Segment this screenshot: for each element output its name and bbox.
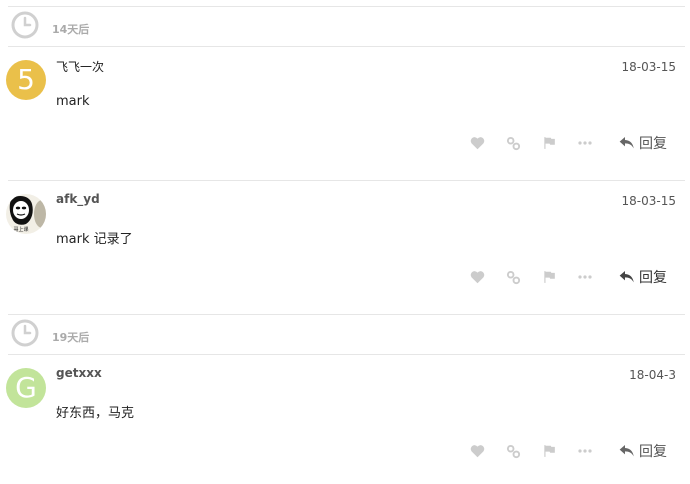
avatar-caption: 哥上课 (13, 226, 28, 233)
post-date[interactable]: 18-03-15 (622, 194, 676, 208)
clock-icon (11, 11, 39, 39)
reply-button[interactable]: 回复 (619, 132, 667, 154)
clock-icon (11, 319, 39, 347)
post-body: 好东西，马克 (56, 406, 135, 421)
share-link-button[interactable] (504, 134, 522, 152)
flag-icon (544, 445, 555, 457)
link-icon (506, 136, 520, 150)
time-gap: 19天后 (8, 314, 685, 354)
more-button[interactable] (576, 442, 594, 460)
more-icon (578, 275, 592, 279)
reply-icon (619, 445, 634, 457)
reply-label: 回复 (639, 444, 667, 460)
post: 哥上课 afk_yd 18-03-15 mark 记录了 回复 (0, 180, 690, 314)
post-body: mark (56, 94, 90, 109)
more-button[interactable] (576, 134, 594, 152)
time-gap: 14天后 (8, 6, 685, 46)
divider (8, 46, 685, 47)
like-button[interactable] (468, 134, 486, 152)
more-button[interactable] (576, 268, 594, 286)
time-gap-label: 14天后 (52, 23, 90, 36)
reply-button[interactable]: 回复 (619, 266, 667, 288)
like-button[interactable] (468, 268, 486, 286)
post-actions: 回复 (0, 132, 690, 156)
avatar[interactable]: G (6, 368, 46, 408)
divider (8, 180, 685, 181)
post-actions: 回复 (0, 266, 690, 290)
flag-button[interactable] (540, 442, 558, 460)
reply-button[interactable]: 回复 (619, 440, 667, 462)
username[interactable]: 飞飞一次 (56, 58, 104, 75)
post-date[interactable]: 18-03-15 (622, 60, 676, 74)
heart-icon (470, 137, 484, 150)
avatar[interactable]: 哥上课 (6, 194, 46, 234)
username[interactable]: getxxx (56, 366, 102, 380)
post-date[interactable]: 18-04-3 (629, 368, 676, 382)
more-icon (578, 141, 592, 145)
like-button[interactable] (468, 442, 486, 460)
reply-label: 回复 (639, 136, 667, 152)
flag-button[interactable] (540, 268, 558, 286)
avatar[interactable]: 5 (6, 60, 46, 100)
flag-icon (544, 137, 555, 149)
link-icon (506, 270, 520, 284)
heart-icon (470, 445, 484, 458)
link-icon (506, 444, 520, 458)
avatar-letter: 5 (17, 63, 35, 96)
post-actions: 回复 (0, 440, 690, 464)
avatar-letter: G (15, 371, 37, 404)
post: 5 飞飞一次 18-03-15 mark 回复 (0, 46, 690, 180)
share-link-button[interactable] (504, 268, 522, 286)
reply-label: 回复 (639, 270, 667, 286)
panda-meme-avatar: 哥上课 (6, 194, 46, 234)
post-body: mark 记录了 (56, 232, 133, 247)
flag-button[interactable] (540, 134, 558, 152)
share-link-button[interactable] (504, 442, 522, 460)
reply-icon (619, 271, 634, 283)
reply-icon (619, 137, 634, 149)
flag-icon (544, 271, 555, 283)
divider (8, 354, 685, 355)
post: G getxxx 18-04-3 好东西，马克 回复 (0, 354, 690, 484)
more-icon (578, 449, 592, 453)
heart-icon (470, 271, 484, 284)
username[interactable]: afk_yd (56, 192, 100, 206)
time-gap-label: 19天后 (52, 331, 90, 344)
